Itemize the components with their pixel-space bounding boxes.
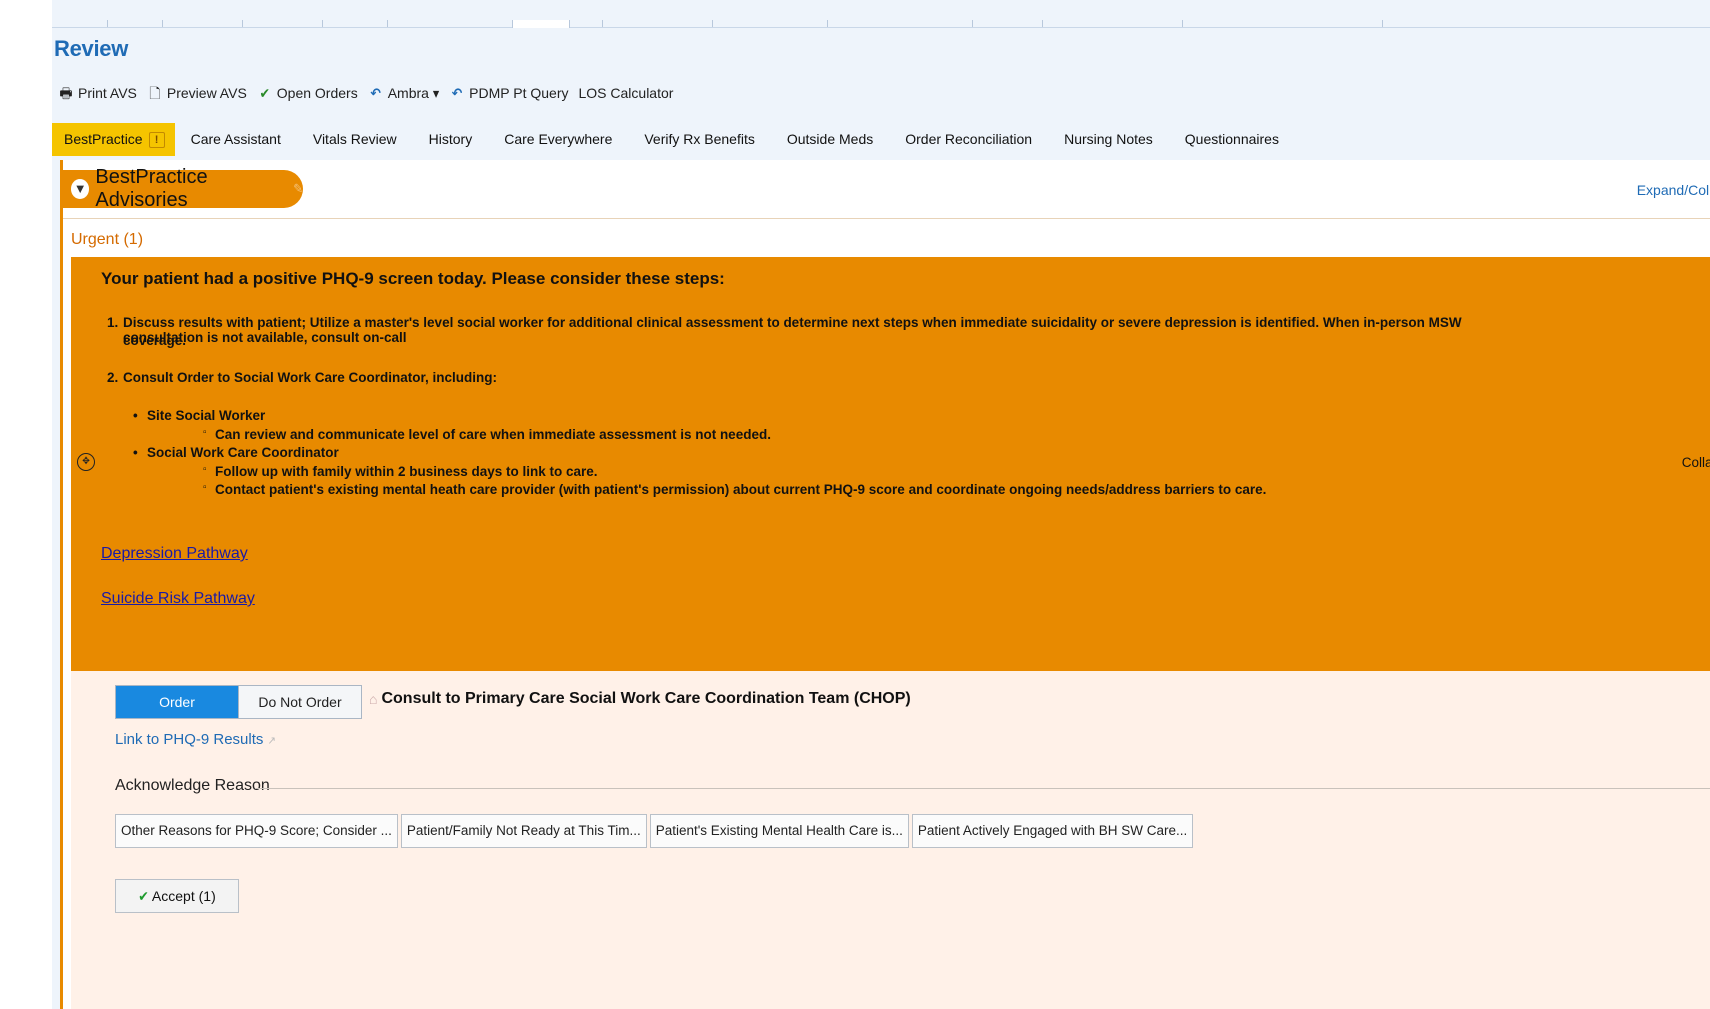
- suicide-risk-pathway-link[interactable]: Suicide Risk Pathway: [101, 590, 255, 608]
- bpa-header: ▼ BestPractice Advisories ✎: [63, 166, 303, 211]
- order-title-text: Consult to Primary Care Social Work Care…: [381, 690, 911, 707]
- bullet-site-social-worker: Site Social Worker: [147, 408, 266, 423]
- phq9-results-link[interactable]: Link to PHQ-9 Results ↗: [115, 731, 276, 748]
- accept-button[interactable]: ✔ Accept (1): [115, 879, 239, 913]
- tab-label: BestPractice: [64, 131, 143, 147]
- depression-pathway-link[interactable]: Depression Pathway: [101, 545, 248, 563]
- open-orders-label: Open Orders: [276, 85, 358, 101]
- step-number: 1.: [107, 315, 119, 330]
- reason-button[interactable]: Patient's Existing Mental Health Care is…: [649, 814, 909, 848]
- checkmark-icon: ✔: [138, 888, 149, 904]
- pdmp-query-button[interactable]: ↶ PDMP Pt Query: [449, 85, 569, 101]
- tab-care-everywhere[interactable]: Care Everywhere: [488, 123, 628, 156]
- top-tab-strip: [52, 0, 1710, 28]
- return-arrow-icon: ↶: [451, 85, 463, 101]
- order-button[interactable]: Order: [116, 686, 238, 718]
- reason-button[interactable]: Other Reasons for PHQ-9 Score; Consider …: [115, 814, 398, 848]
- tab-divider: [602, 20, 603, 27]
- los-calculator-label: LOS Calculator: [578, 85, 674, 101]
- drag-handle-icon[interactable]: ✥: [77, 453, 95, 471]
- tab-divider: [827, 20, 828, 27]
- bullet-sw-care-coordinator: Social Work Care Coordinator: [147, 445, 339, 460]
- ambra-menu-button[interactable]: ↶ Ambra ▾: [368, 85, 439, 102]
- tab-outside-meds[interactable]: Outside Meds: [771, 123, 889, 156]
- accept-label: Accept: [151, 888, 195, 904]
- reason-button[interactable]: Patient Actively Engaged with BH SW Care…: [911, 814, 1194, 848]
- sub-bullet-dot: ▫: [203, 482, 207, 493]
- tab-divider: [712, 20, 713, 27]
- print-avs-label: Print AVS: [78, 85, 137, 101]
- page-title: Review: [54, 36, 129, 61]
- urgent-section-label: Urgent (1): [71, 231, 144, 248]
- sub-bullet-dot: ▫: [203, 464, 207, 475]
- review-tab-bar: BestPractice ! Care Assistant Vitals Rev…: [52, 123, 1710, 156]
- accept-count: (1): [198, 888, 216, 904]
- tab-divider: [1382, 20, 1383, 27]
- step-1-line-2: coverage.: [123, 333, 187, 348]
- house-icon: ⌂: [369, 691, 378, 707]
- tab-divider: [1042, 20, 1043, 27]
- sub-bullet-text: Follow up with family within 2 business …: [215, 464, 598, 479]
- tab-history[interactable]: History: [413, 123, 489, 156]
- checkmark-icon: ✔: [259, 85, 271, 101]
- tab-order-reconciliation[interactable]: Order Reconciliation: [889, 123, 1048, 156]
- acknowledge-reason-label: Acknowledge Reason: [115, 777, 270, 794]
- order-toggle: Order Do Not Order: [115, 685, 362, 719]
- preview-icon: 🗋: [149, 85, 161, 101]
- bpa-title: BestPractice Advisories: [95, 166, 208, 211]
- edit-pencil-icon[interactable]: ✎: [293, 181, 303, 197]
- tab-bestpractice[interactable]: BestPractice !: [52, 123, 175, 156]
- step-2-text: Consult Order to Social Work Care Coordi…: [123, 370, 498, 385]
- order-title: ⌂ Consult to Primary Care Social Work Ca…: [369, 690, 911, 708]
- tab-nursing-notes[interactable]: Nursing Notes: [1048, 123, 1169, 156]
- activity-toolbar: 🖶 Print AVS 🗋 Preview AVS ✔ Open Orders …: [58, 82, 673, 104]
- do-not-order-button[interactable]: Do Not Order: [238, 686, 361, 718]
- pdmp-label: PDMP Pt Query: [469, 85, 569, 101]
- phq9-link-text: Link to PHQ-9 Results: [115, 731, 264, 748]
- los-calculator-button[interactable]: LOS Calculator: [579, 85, 674, 101]
- tab-divider: [107, 20, 108, 27]
- tab-verify-rx-benefits[interactable]: Verify Rx Benefits: [628, 123, 771, 156]
- app-window: Review 🖶 Print AVS 🗋 Preview AVS ✔ Open …: [52, 0, 1710, 1009]
- advisory-heading: Your patient had a positive PHQ-9 screen…: [101, 269, 725, 288]
- expand-collapse-link[interactable]: Expand/Colla: [1637, 182, 1710, 198]
- ambra-label: Ambra ▾: [387, 84, 440, 101]
- collapse-link[interactable]: Collap: [1682, 455, 1710, 470]
- tab-divider: [387, 20, 388, 27]
- tab-divider: [972, 20, 973, 27]
- sub-bullet-text: Contact patient's existing mental heath …: [215, 482, 1267, 497]
- tab-vitals-review[interactable]: Vitals Review: [297, 123, 413, 156]
- return-arrow-icon: ↶: [370, 85, 381, 101]
- open-orders-button[interactable]: ✔ Open Orders: [257, 85, 358, 101]
- sub-bullet-dot: ▫: [203, 427, 207, 438]
- printer-icon: 🖶: [59, 85, 73, 101]
- divider: [255, 788, 1710, 789]
- preview-avs-label: Preview AVS: [166, 85, 247, 101]
- step-number: 2.: [107, 370, 119, 385]
- divider: [63, 218, 1710, 219]
- tab-divider: [322, 20, 323, 27]
- tab-divider: [242, 20, 243, 27]
- tab-care-assistant[interactable]: Care Assistant: [175, 123, 297, 156]
- tab-divider: [1182, 20, 1183, 27]
- bpa-logo-icon: ▼: [71, 179, 90, 199]
- warning-icon: !: [148, 131, 165, 148]
- reason-buttons: Other Reasons for PHQ-9 Score; Consider …: [115, 814, 1194, 848]
- order-section: Order Do Not Order ⌂ Consult to Primary …: [71, 671, 1710, 1009]
- active-top-tab[interactable]: [512, 20, 570, 28]
- preview-avs-button[interactable]: 🗋 Preview AVS: [147, 85, 247, 101]
- advisory-card: Your patient had a positive PHQ-9 screen…: [71, 257, 1710, 671]
- tab-questionnaires[interactable]: Questionnaires: [1169, 123, 1295, 156]
- tab-divider: [162, 20, 163, 27]
- print-avs-button[interactable]: 🖶 Print AVS: [58, 85, 137, 101]
- step-1-line-1: Discuss results with patient; Utilize a …: [123, 315, 1462, 345]
- sub-bullet-text: Can review and communicate level of care…: [215, 427, 771, 442]
- bullet-dot: •: [133, 445, 138, 460]
- external-link-icon: ↗: [267, 735, 276, 747]
- bullet-dot: •: [133, 408, 138, 423]
- reason-button[interactable]: Patient/Family Not Ready at This Tim...: [400, 814, 647, 848]
- bpa-panel: ▼ BestPractice Advisories ✎ Expand/Colla…: [60, 160, 1710, 1009]
